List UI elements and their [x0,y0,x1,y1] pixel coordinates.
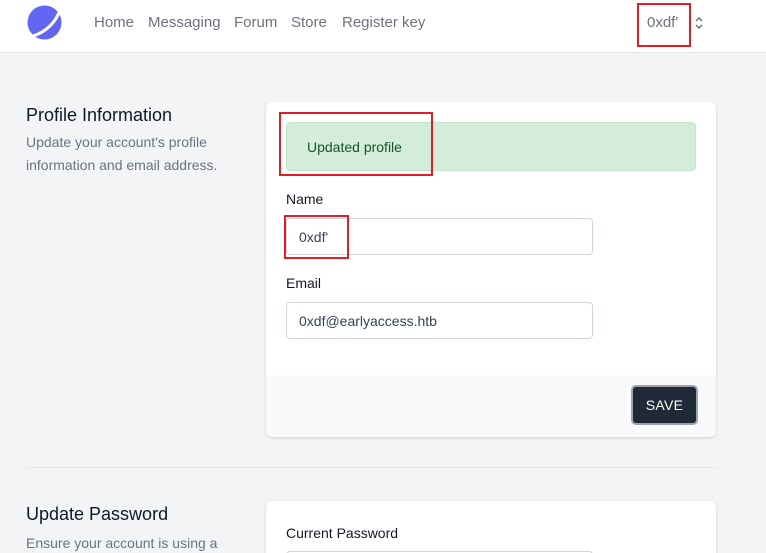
logo-icon[interactable] [26,4,63,41]
current-password-label: Current Password [286,525,399,541]
password-form-card: Current Password [266,501,716,553]
profile-section-description: Update your account's profile informatio… [26,134,218,173]
chevron-updown-icon[interactable] [693,15,705,31]
name-label: Name [286,191,324,207]
profile-section-title: Profile Information [26,105,173,125]
form-footer: SAVE [266,375,716,437]
nav-link-store[interactable]: Store [291,14,327,31]
profile-form-card: Updated profile Name Email SAVE [266,102,716,437]
success-alert-text: Updated profile [307,139,402,155]
email-input[interactable] [286,302,593,339]
section-divider [26,467,716,468]
nav-link-forum[interactable]: Forum [234,14,277,31]
email-label: Email [286,275,322,291]
password-section-title: Update Password [26,504,169,524]
nav-link-messaging[interactable]: Messaging [148,14,221,31]
user-menu-name[interactable]: 0xdf' [647,14,678,31]
top-navigation: Home Messaging Forum Store Register key … [0,0,766,53]
nav-link-register-key[interactable]: Register key [342,14,425,31]
success-alert: Updated profile [286,122,696,171]
nav-link-home[interactable]: Home [94,14,134,31]
password-section-description: Ensure your account is using a [26,535,218,551]
name-input[interactable] [286,218,593,255]
save-button[interactable]: SAVE [631,385,698,425]
